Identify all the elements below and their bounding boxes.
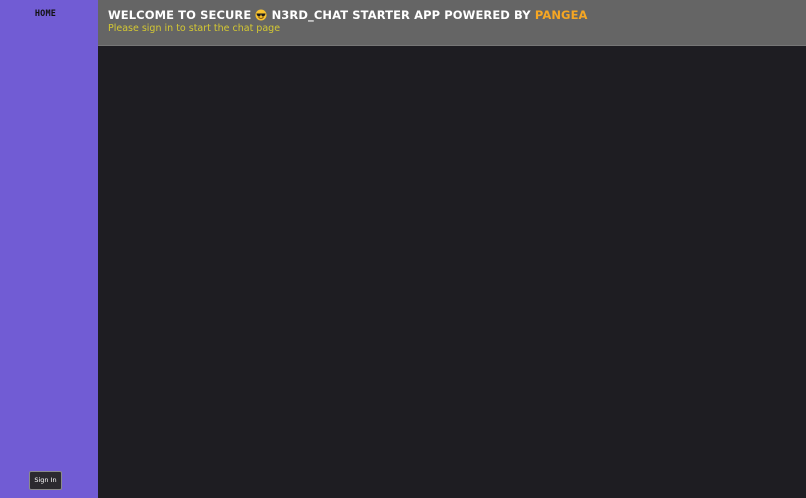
sign-in-prompt: Please sign in to start the chat page bbox=[108, 23, 281, 34]
title-prefix: WELCOME TO SECURE bbox=[108, 8, 252, 22]
home-link[interactable]: HOME bbox=[0, 9, 91, 19]
app-root: HOME Sign In WELCOME TO SECURE N3RD_CHAT… bbox=[0, 0, 806, 498]
page-header: WELCOME TO SECURE N3RD_CHAT STARTER APP … bbox=[98, 0, 806, 46]
main-content-area bbox=[98, 46, 806, 498]
sunglasses-face-icon bbox=[255, 9, 267, 21]
sidebar: HOME Sign In bbox=[0, 0, 98, 498]
brand-name: PANGEA bbox=[534, 8, 588, 22]
sign-in-button[interactable]: Sign In bbox=[29, 471, 62, 490]
page-title: WELCOME TO SECURE N3RD_CHAT STARTER APP … bbox=[108, 8, 588, 22]
title-middle: N3RD_CHAT STARTER APP POWERED BY bbox=[271, 8, 531, 22]
